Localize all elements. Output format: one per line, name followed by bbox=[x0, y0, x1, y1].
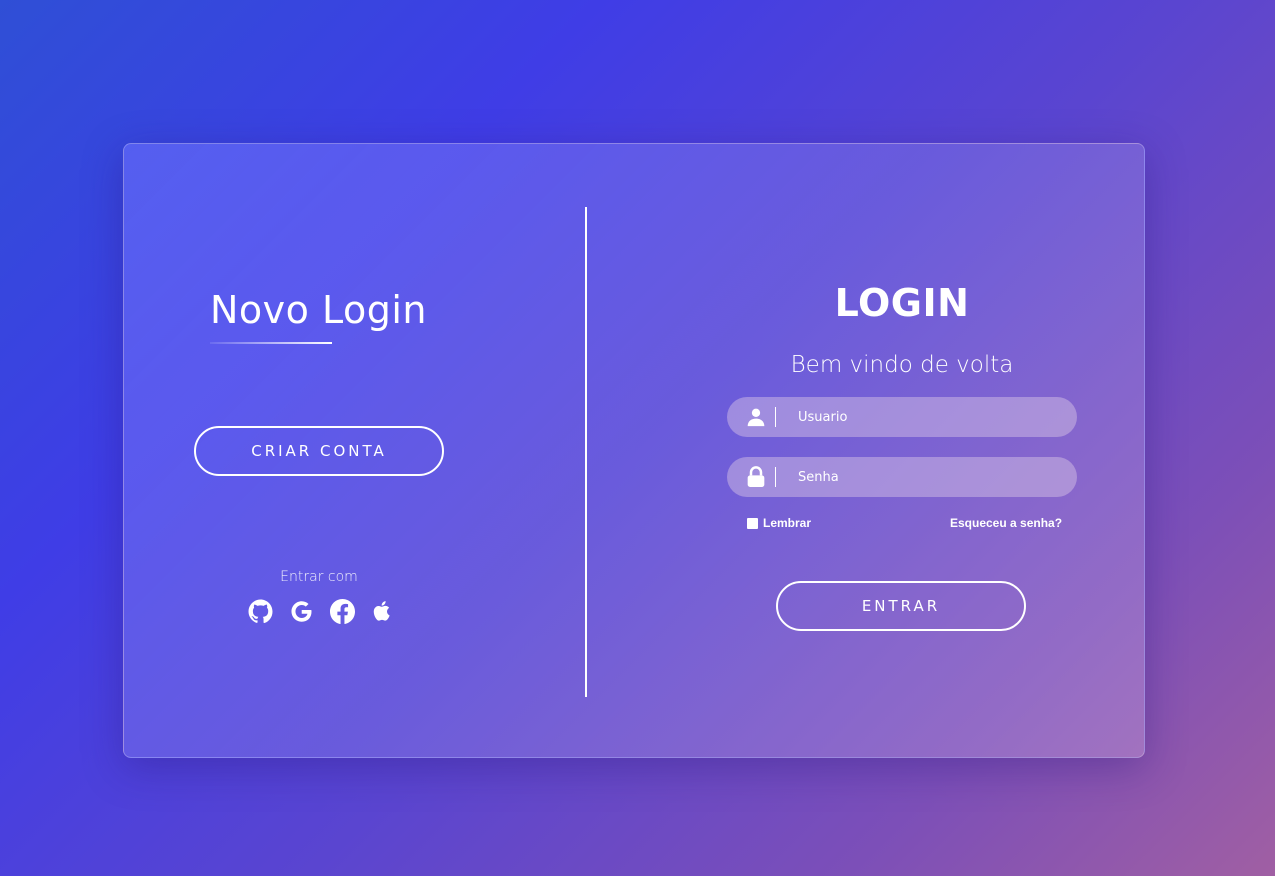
welcome-subtitle: Bem vindo de volta bbox=[790, 352, 1014, 378]
github-icon[interactable] bbox=[247, 598, 273, 624]
password-field bbox=[727, 456, 1077, 498]
field-separator bbox=[775, 407, 776, 427]
facebook-icon[interactable] bbox=[329, 598, 355, 624]
new-login-title: Novo Login bbox=[210, 288, 428, 332]
google-icon[interactable] bbox=[288, 598, 314, 624]
social-login-label: Entrar com bbox=[280, 569, 358, 585]
title-underline bbox=[210, 342, 332, 344]
login-title: LOGIN bbox=[834, 281, 970, 325]
password-input[interactable] bbox=[796, 456, 1077, 498]
user-icon bbox=[745, 406, 767, 428]
lock-icon bbox=[745, 466, 767, 488]
username-field bbox=[727, 396, 1077, 438]
panel-divider bbox=[585, 207, 587, 697]
username-input[interactable] bbox=[796, 396, 1077, 438]
apple-icon[interactable] bbox=[370, 598, 396, 624]
forgot-password-link[interactable]: Esqueceu a senha? bbox=[950, 516, 1062, 530]
enter-button[interactable]: ENTRAR bbox=[776, 581, 1026, 631]
remember-label: Lembrar bbox=[763, 516, 812, 530]
create-account-button[interactable]: CRIAR CONTA bbox=[194, 426, 444, 476]
remember-me[interactable]: Lembrar bbox=[747, 516, 811, 530]
social-login-icons bbox=[247, 598, 396, 624]
field-separator bbox=[775, 467, 776, 487]
login-card: Novo Login CRIAR CONTA Entrar com LOGIN … bbox=[123, 143, 1145, 758]
remember-checkbox[interactable] bbox=[747, 517, 758, 529]
